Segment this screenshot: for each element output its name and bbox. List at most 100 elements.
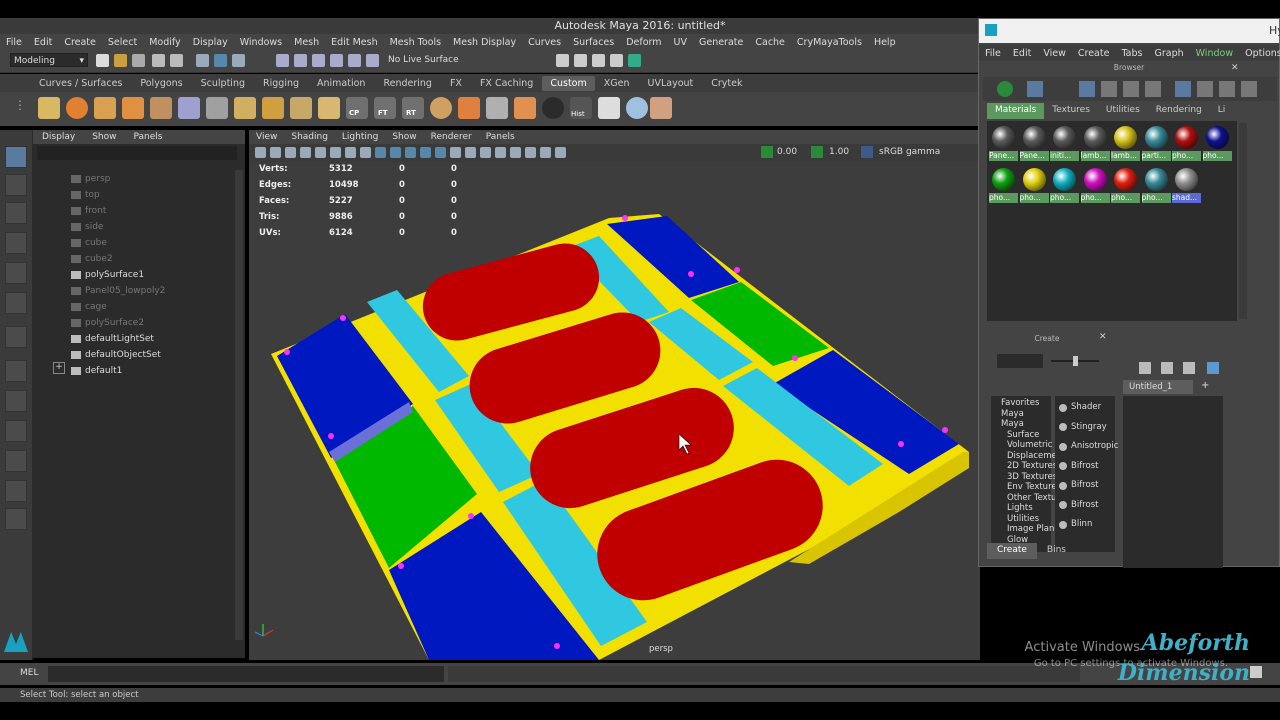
hypershade-menu-item[interactable]: File	[979, 48, 1007, 59]
shelf-tool-icon[interactable]	[38, 97, 60, 119]
outliner-item[interactable]: side	[71, 220, 103, 234]
command-input[interactable]	[48, 666, 444, 682]
camera-attr-icon[interactable]	[270, 147, 281, 158]
menu-item[interactable]: Mesh Display	[447, 37, 522, 48]
snap-surface-icon[interactable]	[348, 54, 361, 67]
shelf-tool-icon[interactable]	[94, 97, 116, 119]
hypershade-icon[interactable]	[628, 54, 641, 67]
outliner-item[interactable]: cube2	[71, 252, 113, 266]
shelf-tool-icon[interactable]	[486, 97, 508, 119]
hypershade-menu-item[interactable]: Edit	[1007, 48, 1037, 59]
outliner-menu-item[interactable]: Display	[33, 132, 83, 142]
shelf-tab[interactable]: FX	[441, 78, 471, 89]
tree-item[interactable]: Env Textures	[1007, 482, 1061, 492]
material-swatch[interactable]: lamb...	[1111, 123, 1140, 161]
tree-item[interactable]: Surface	[1007, 430, 1039, 440]
add-tab-icon[interactable]: +	[1201, 380, 1209, 391]
layout-two-icon[interactable]	[5, 420, 27, 442]
shelf-tool-icon[interactable]	[262, 97, 284, 119]
new-scene-icon[interactable]	[96, 54, 109, 67]
render-view-icon[interactable]	[556, 54, 569, 67]
snap-curve-icon[interactable]	[294, 54, 307, 67]
shelf-tab[interactable]: Animation	[308, 78, 374, 89]
shelf-tool-icon[interactable]	[650, 97, 672, 119]
menu-item[interactable]: Mesh Tools	[384, 37, 447, 48]
shelf-menu-icon[interactable]: ⋮	[14, 98, 26, 112]
menu-item[interactable]: Generate	[693, 37, 749, 48]
snap-point-icon[interactable]	[312, 54, 325, 67]
outliner-menu-item[interactable]: Panels	[124, 132, 170, 142]
shelf-tool-icon[interactable]	[178, 97, 200, 119]
shelf-tool-icon[interactable]	[430, 97, 452, 119]
shelf-tool-icon[interactable]	[542, 97, 564, 119]
shelf-tool-icon[interactable]	[626, 97, 648, 119]
shelf-tool-icon[interactable]	[234, 97, 256, 119]
hypershade-menu-item[interactable]: Graph	[1148, 48, 1189, 59]
layout-grid-icon[interactable]	[5, 508, 27, 530]
graph-frame-icon[interactable]	[1207, 362, 1219, 374]
material-swatch[interactable]: Pane...	[1019, 123, 1049, 161]
outliner-item[interactable]: defaultObjectSet	[71, 348, 161, 362]
small-view-icon[interactable]	[1123, 81, 1139, 97]
sort-icon[interactable]	[1175, 81, 1191, 97]
shelf-tool-icon[interactable]	[150, 97, 172, 119]
viewport-menu-item[interactable]: Show	[385, 132, 423, 142]
rt-icon[interactable]: RT	[402, 97, 424, 119]
node-type-item[interactable]: Bifrost	[1059, 496, 1098, 515]
menu-item[interactable]: Edit	[28, 37, 58, 48]
tab-work-area[interactable]: Untitled_1	[1123, 380, 1193, 394]
shelf-tool-icon[interactable]	[458, 97, 480, 119]
hypershade-menu-item[interactable]: Tabs	[1115, 48, 1148, 59]
gamma-field[interactable]: 1.00	[829, 147, 849, 157]
menu-item[interactable]: Modify	[143, 37, 186, 48]
node-type-item[interactable]: Blinn	[1059, 515, 1092, 534]
open-scene-icon[interactable]	[114, 54, 127, 67]
tab-browser[interactable]: Materials	[987, 103, 1045, 119]
tree-item[interactable]: 2D Textures	[1007, 461, 1057, 471]
aa-icon[interactable]	[510, 147, 521, 158]
material-swatch[interactable]: pho...	[1050, 165, 1079, 203]
image-plane-icon[interactable]	[300, 147, 311, 158]
shelf-tab[interactable]: Rendering	[374, 78, 441, 89]
rotate-tool-icon[interactable]	[5, 262, 27, 284]
outliner-item[interactable]: polySurface1	[71, 268, 144, 282]
tab-browser[interactable]: Rendering	[1148, 103, 1210, 119]
browser-scrollbar[interactable]	[1239, 123, 1247, 319]
tree-item[interactable]: 3D Textures	[1007, 472, 1057, 482]
resolution-gate-icon[interactable]	[345, 147, 356, 158]
material-swatch[interactable]: pho...	[989, 165, 1018, 203]
menu-item[interactable]: Mesh	[288, 37, 325, 48]
move-tool-icon[interactable]	[5, 232, 27, 254]
select-tool-icon[interactable]	[5, 146, 27, 168]
bookmark-icon[interactable]	[285, 147, 296, 158]
shelf-tool-icon[interactable]	[66, 97, 88, 119]
material-swatch[interactable]: parti...	[1141, 123, 1171, 161]
viewport-menu-item[interactable]: View	[249, 132, 284, 142]
ao-icon[interactable]	[495, 147, 506, 158]
node-type-item[interactable]: Stingray	[1059, 418, 1107, 437]
lasso-tool-icon[interactable]	[5, 174, 27, 196]
select-object-icon[interactable]	[214, 54, 227, 67]
icon-size-slider-handle[interactable]	[1073, 356, 1078, 366]
scene-canvas[interactable]	[249, 162, 980, 660]
dof-icon[interactable]	[525, 147, 536, 158]
isolate-icon[interactable]	[480, 147, 491, 158]
live-surface-icon[interactable]	[366, 54, 379, 67]
tree-item[interactable]: Maya	[1001, 419, 1024, 429]
shelf-tab[interactable]: Crytek	[702, 78, 751, 89]
select-hierarchy-icon[interactable]	[196, 54, 209, 67]
film-gate-icon[interactable]	[330, 147, 341, 158]
close-icon[interactable]: ✕	[1099, 332, 1107, 342]
shelf-tab[interactable]: Curves / Surfaces	[30, 78, 131, 89]
shelf-tab[interactable]: UVLayout	[639, 78, 703, 89]
wireframe-icon[interactable]	[375, 147, 386, 158]
menu-item[interactable]: Surfaces	[567, 37, 620, 48]
exposure-toggle-icon[interactable]	[761, 146, 773, 158]
lights-icon[interactable]	[435, 147, 446, 158]
tree-item[interactable]: Volumetric	[1007, 440, 1052, 450]
material-swatch[interactable]: pho...	[1019, 165, 1049, 203]
material-swatch[interactable]: pho...	[1141, 165, 1171, 203]
menu-item[interactable]: Create	[58, 37, 102, 48]
motion-blur-icon[interactable]	[540, 147, 551, 158]
shelf-tool-icon[interactable]	[318, 97, 340, 119]
